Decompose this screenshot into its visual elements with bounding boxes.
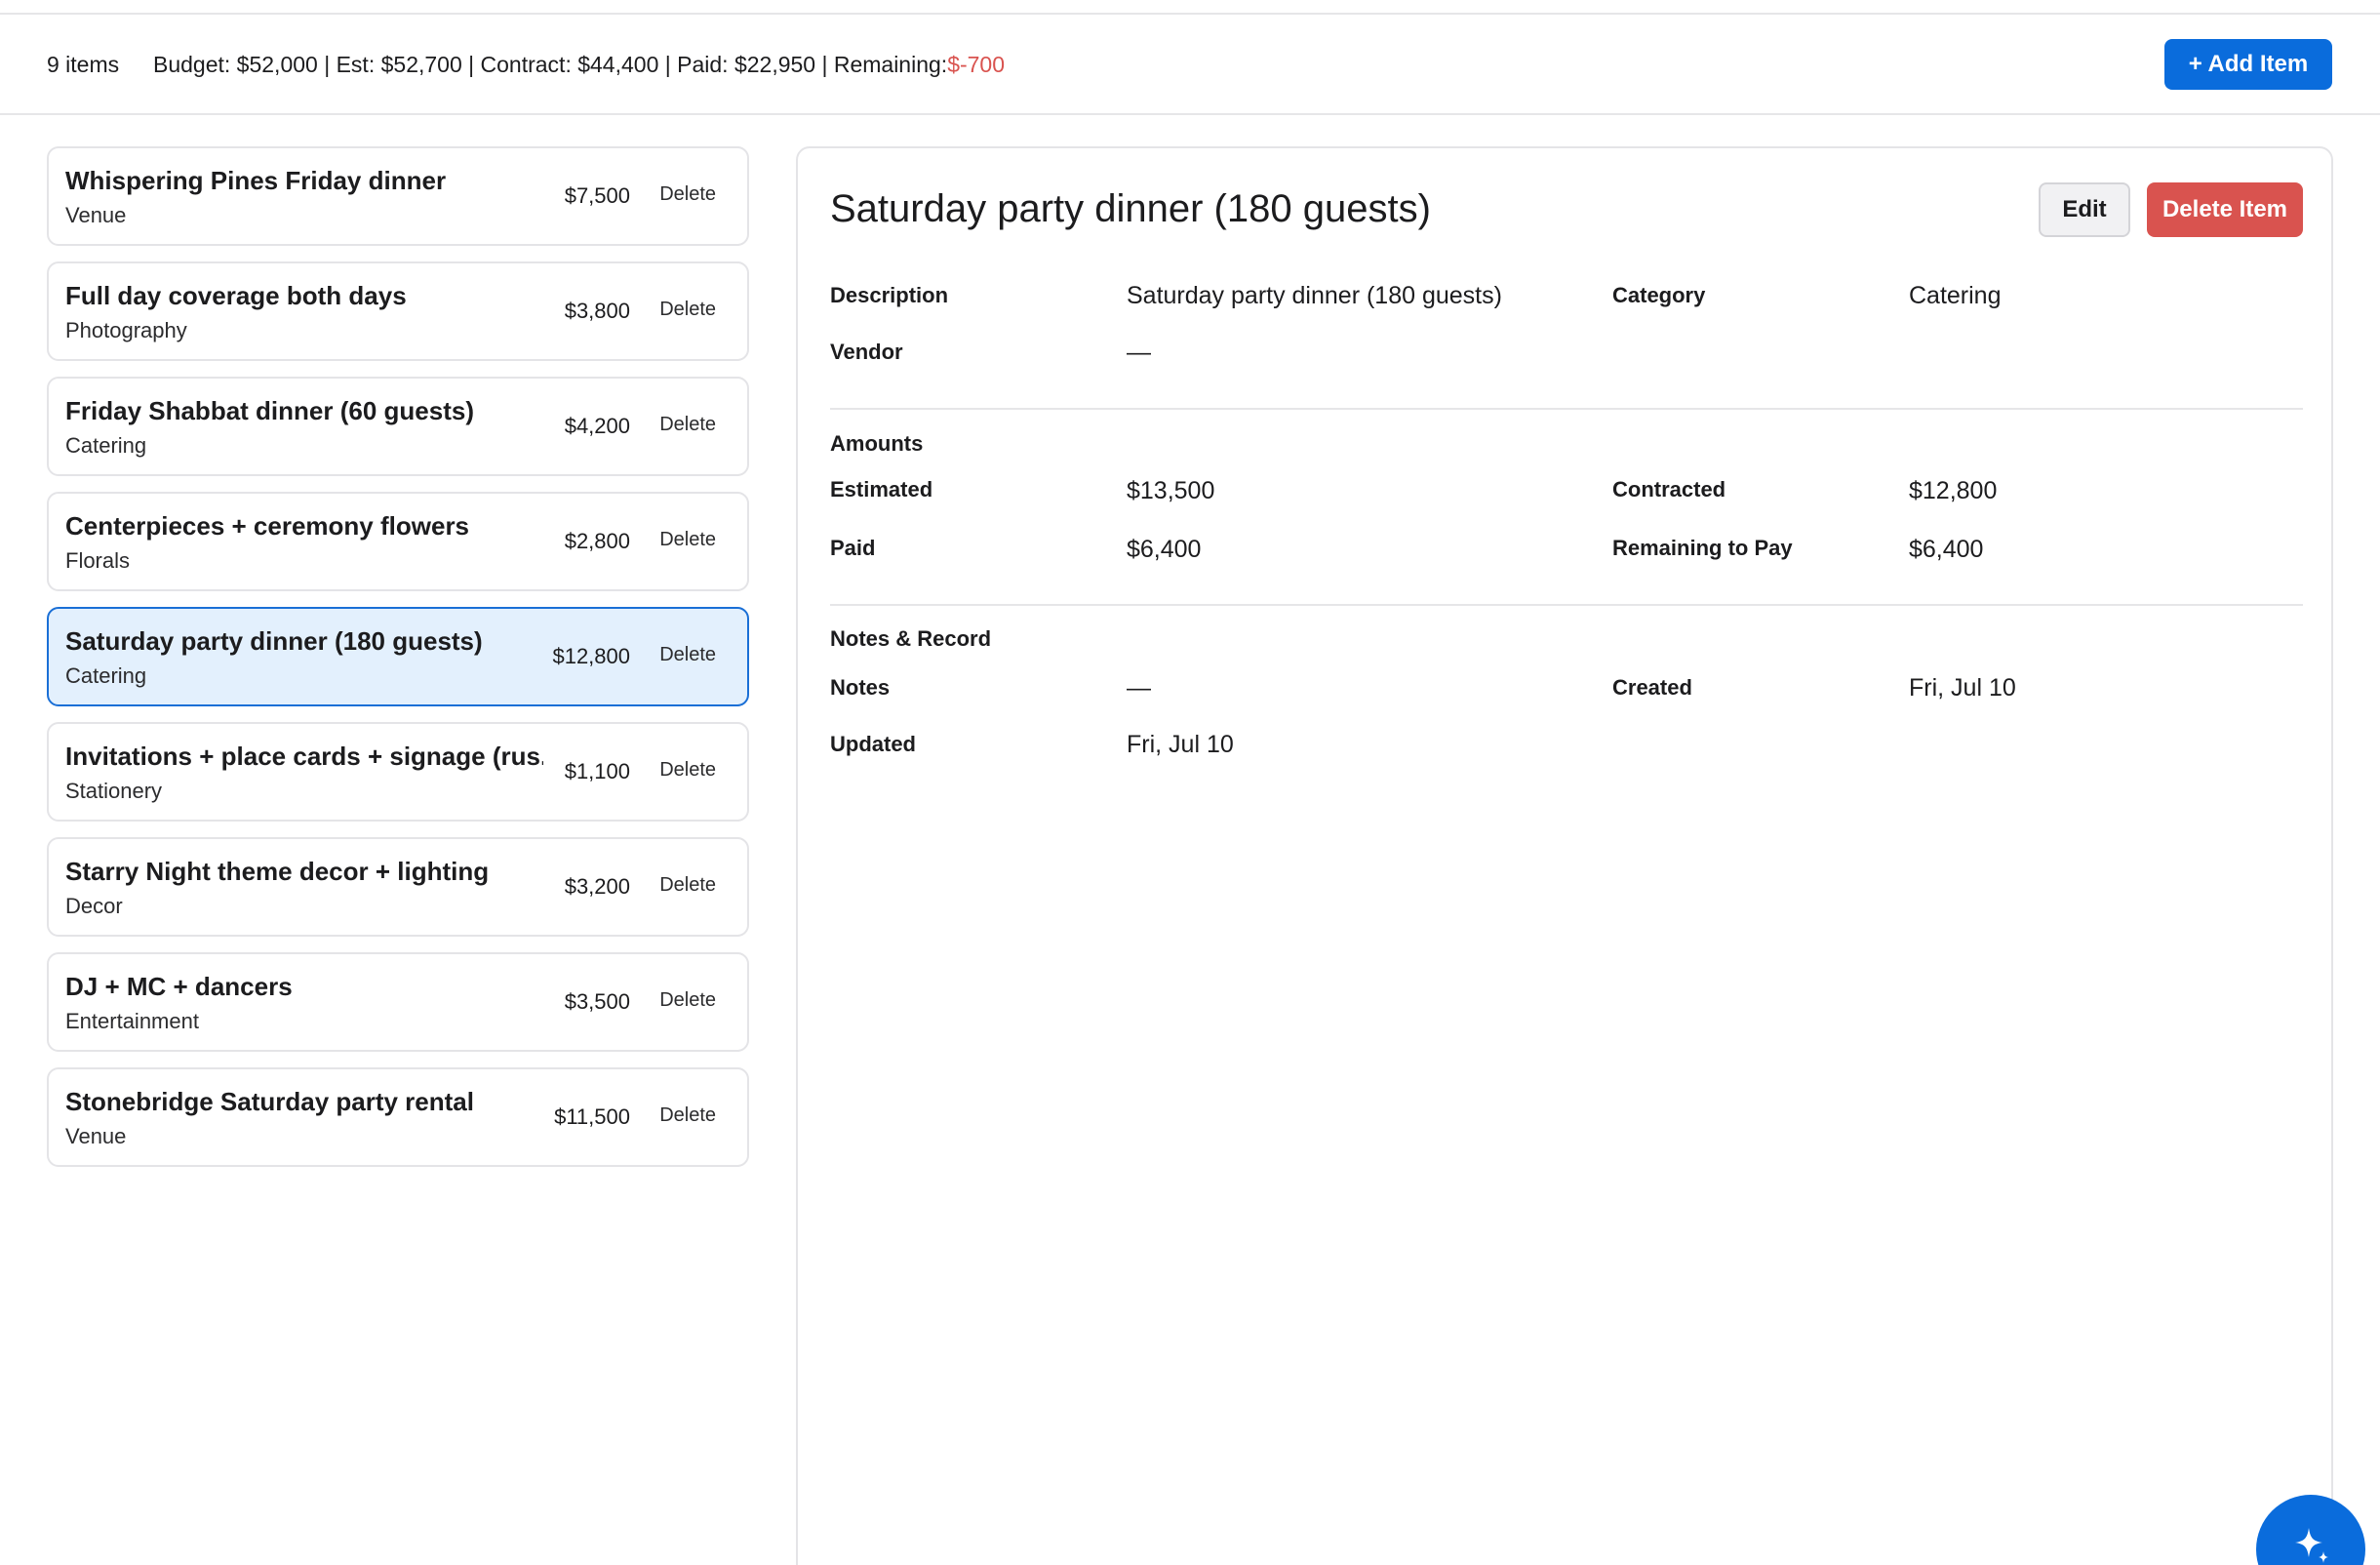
item-title: Centerpieces + ceremony flowers (65, 511, 470, 541)
item-detail-panel: Saturday party dinner (180 guests) Edit … (796, 146, 2333, 1565)
delete-item-button[interactable]: Delete (659, 183, 716, 206)
edit-button[interactable]: Edit (2039, 182, 2130, 237)
description-label: Description (830, 283, 949, 307)
section-divider (830, 604, 2303, 606)
item-amount: $3,200 (564, 874, 630, 899)
updated-label: Updated (830, 732, 916, 756)
vendor-label: Vendor (830, 340, 903, 364)
item-amount: $11,500 (554, 1104, 630, 1129)
estimated-total: Est: $52,700 (336, 52, 462, 77)
separator: | (664, 52, 671, 77)
delete-item-button[interactable]: Delete (659, 644, 716, 666)
item-title: Saturday party dinner (180 guests) (65, 626, 483, 656)
delete-item-button[interactable]: Delete (659, 414, 716, 436)
remaining-value: $-700 (947, 52, 1006, 77)
item-title: Friday Shabbat dinner (60 guests) (65, 396, 474, 425)
estimated-label: Estimated (830, 477, 933, 502)
separator: | (324, 52, 331, 77)
category-label: Category (1612, 283, 1706, 307)
item-amount: $12,800 (552, 644, 630, 668)
remaining-to-pay-label: Remaining to Pay (1612, 536, 1793, 560)
delete-item-button[interactable]: Delete (659, 299, 716, 321)
description-value: Saturday party dinner (180 guests) (1127, 282, 1502, 309)
item-category: Stationery (65, 779, 163, 803)
separator: | (821, 52, 828, 77)
list-item[interactable]: Centerpieces + ceremony flowers Florals … (47, 492, 749, 591)
contracted-value: $12,800 (1909, 477, 1998, 504)
item-count: 9 items (47, 52, 120, 77)
budget-total: Budget: $52,000 (153, 52, 318, 77)
item-amount: $7,500 (564, 183, 630, 208)
add-item-button[interactable]: + Add Item (2164, 39, 2332, 90)
item-category: Catering (65, 433, 147, 458)
list-item[interactable]: Whispering Pines Friday dinner Venue $7,… (47, 146, 749, 246)
notes-label: Notes (830, 675, 891, 700)
list-item[interactable]: Friday Shabbat dinner (60 guests) Cateri… (47, 377, 749, 476)
paid-label: Paid (830, 536, 876, 560)
item-amount: $1,100 (564, 759, 630, 783)
item-amount: $3,500 (564, 989, 630, 1014)
summary-bar: 9 items Budget: $52,000 | Est: $52,700 |… (0, 15, 2380, 115)
item-category: Decor (65, 894, 123, 918)
sparkle-icon (2295, 1528, 2328, 1563)
paid-total: Paid: $22,950 (677, 52, 816, 77)
delete-item-button[interactable]: Delete (659, 529, 716, 551)
item-category: Venue (65, 203, 127, 227)
item-category: Entertainment (65, 1009, 199, 1033)
list-item-selected[interactable]: Saturday party dinner (180 guests) Cater… (47, 607, 749, 706)
detail-title: Saturday party dinner (180 guests) (830, 187, 1431, 230)
paid-value: $6,400 (1127, 536, 1202, 563)
list-item[interactable]: Stonebridge Saturday party rental Venue … (47, 1067, 749, 1167)
delete-item-button[interactable]: Delete (659, 874, 716, 897)
item-category: Florals (65, 548, 131, 573)
list-item[interactable]: DJ + MC + dancers Entertainment $3,500 D… (47, 952, 749, 1052)
vendor-value: — (1127, 339, 1151, 366)
item-title: Stonebridge Saturday party rental (65, 1087, 474, 1116)
list-item[interactable]: Full day coverage both days Photography … (47, 261, 749, 361)
created-label: Created (1612, 675, 1692, 700)
separator: | (468, 52, 475, 77)
category-value: Catering (1909, 282, 2002, 309)
notes-value: — (1127, 674, 1151, 702)
item-title: Invitations + place cards + signage (rus… (65, 742, 543, 771)
top-divider (0, 0, 2380, 15)
item-title: Starry Night theme decor + lighting (65, 857, 490, 886)
contracted-label: Contracted (1612, 477, 1726, 502)
notes-record-heading: Notes & Record (830, 626, 992, 651)
amounts-heading: Amounts (830, 431, 924, 456)
item-amount: $3,800 (564, 299, 630, 323)
delete-item-button[interactable]: Delete Item (2147, 182, 2303, 237)
created-value: Fri, Jul 10 (1909, 674, 2016, 702)
item-amount: $2,800 (564, 529, 630, 553)
remaining-to-pay-value: $6,400 (1909, 536, 1984, 563)
item-category: Photography (65, 318, 187, 342)
delete-item-button[interactable]: Delete (659, 989, 716, 1012)
estimated-value: $13,500 (1127, 477, 1215, 504)
item-category: Catering (65, 663, 147, 688)
list-item[interactable]: Starry Night theme decor + lighting Deco… (47, 837, 749, 937)
item-title: DJ + MC + dancers (65, 972, 293, 1001)
budget-summary: Budget: $52,000 | Est: $52,700 | Contrac… (153, 52, 1005, 78)
delete-item-button[interactable]: Delete (659, 759, 716, 782)
remaining-label: Remaining: (833, 52, 948, 77)
item-title: Full day coverage both days (65, 281, 407, 310)
item-title: Whispering Pines Friday dinner (65, 166, 447, 195)
list-item[interactable]: Invitations + place cards + signage (rus… (47, 722, 749, 822)
delete-item-button[interactable]: Delete (659, 1104, 716, 1127)
item-category: Venue (65, 1124, 127, 1148)
updated-value: Fri, Jul 10 (1127, 731, 1234, 758)
contract-total: Contract: $44,400 (480, 52, 659, 77)
item-amount: $4,200 (564, 414, 630, 438)
section-divider (830, 408, 2303, 410)
